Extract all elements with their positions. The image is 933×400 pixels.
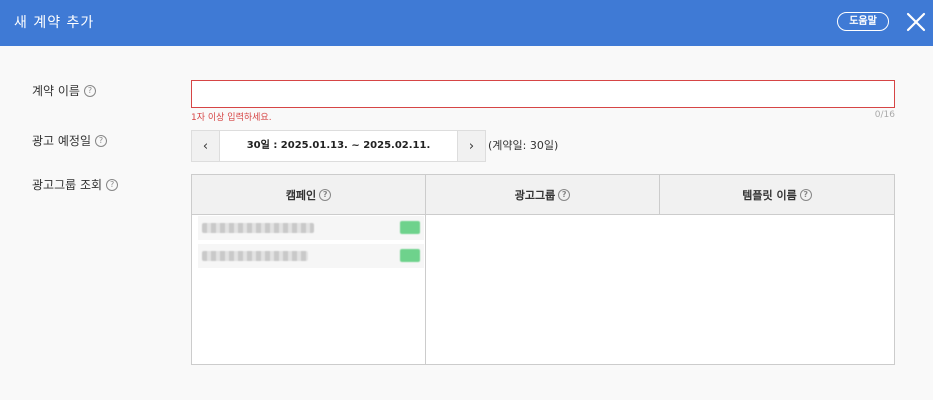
date-range-text: 30일 : 2025.01.13. ~ 2025.02.11.	[246, 140, 431, 151]
chevron-right-icon[interactable]: ›	[457, 131, 485, 161]
template-column-header: 템플릿 이름 ?	[660, 175, 894, 215]
list-item[interactable]	[198, 244, 424, 268]
adgroup-column-header: 광고그룹 ?	[426, 175, 660, 215]
help-circle-icon[interactable]: ?	[106, 178, 119, 191]
status-badge	[400, 249, 420, 262]
char-counter: 0/16	[874, 110, 895, 120]
contract-name-error: 1자 이상 입력하세요.	[191, 113, 272, 123]
help-button[interactable]: 도움말	[837, 12, 889, 31]
contract-name-label: 계약 이름 ?	[32, 82, 96, 99]
adgroup-table: 광고그룹 ? 템플릿 이름 ?	[426, 174, 895, 365]
contract-name-input[interactable]	[191, 80, 895, 108]
list-item[interactable]	[198, 216, 424, 240]
help-circle-icon[interactable]: ?	[799, 188, 812, 201]
help-circle-icon[interactable]: ?	[319, 188, 332, 201]
redacted-text	[202, 223, 314, 233]
help-circle-icon[interactable]: ?	[83, 84, 96, 97]
status-badge	[400, 221, 420, 234]
date-range-selector: ‹ 30일 : 2025.01.13. ~ 2025.02.11. ›	[191, 130, 486, 162]
adgroup-lookup-label: 광고그룹 조회 ?	[32, 176, 119, 193]
campaign-list: 캠페인 ?	[191, 174, 426, 365]
redacted-text	[202, 251, 308, 261]
campaign-column-header: 캠페인 ?	[192, 175, 425, 215]
dialog-title: 새 계약 추가	[14, 15, 95, 31]
contract-days-note: (계약일: 30일)	[488, 139, 559, 152]
help-circle-icon[interactable]: ?	[558, 188, 571, 201]
dialog-header: 새 계약 추가 도움말	[0, 0, 933, 46]
close-icon[interactable]	[905, 11, 927, 33]
chevron-left-icon[interactable]: ‹	[192, 131, 220, 161]
help-circle-icon[interactable]: ?	[95, 134, 108, 147]
schedule-label: 광고 예정일 ?	[32, 132, 108, 149]
